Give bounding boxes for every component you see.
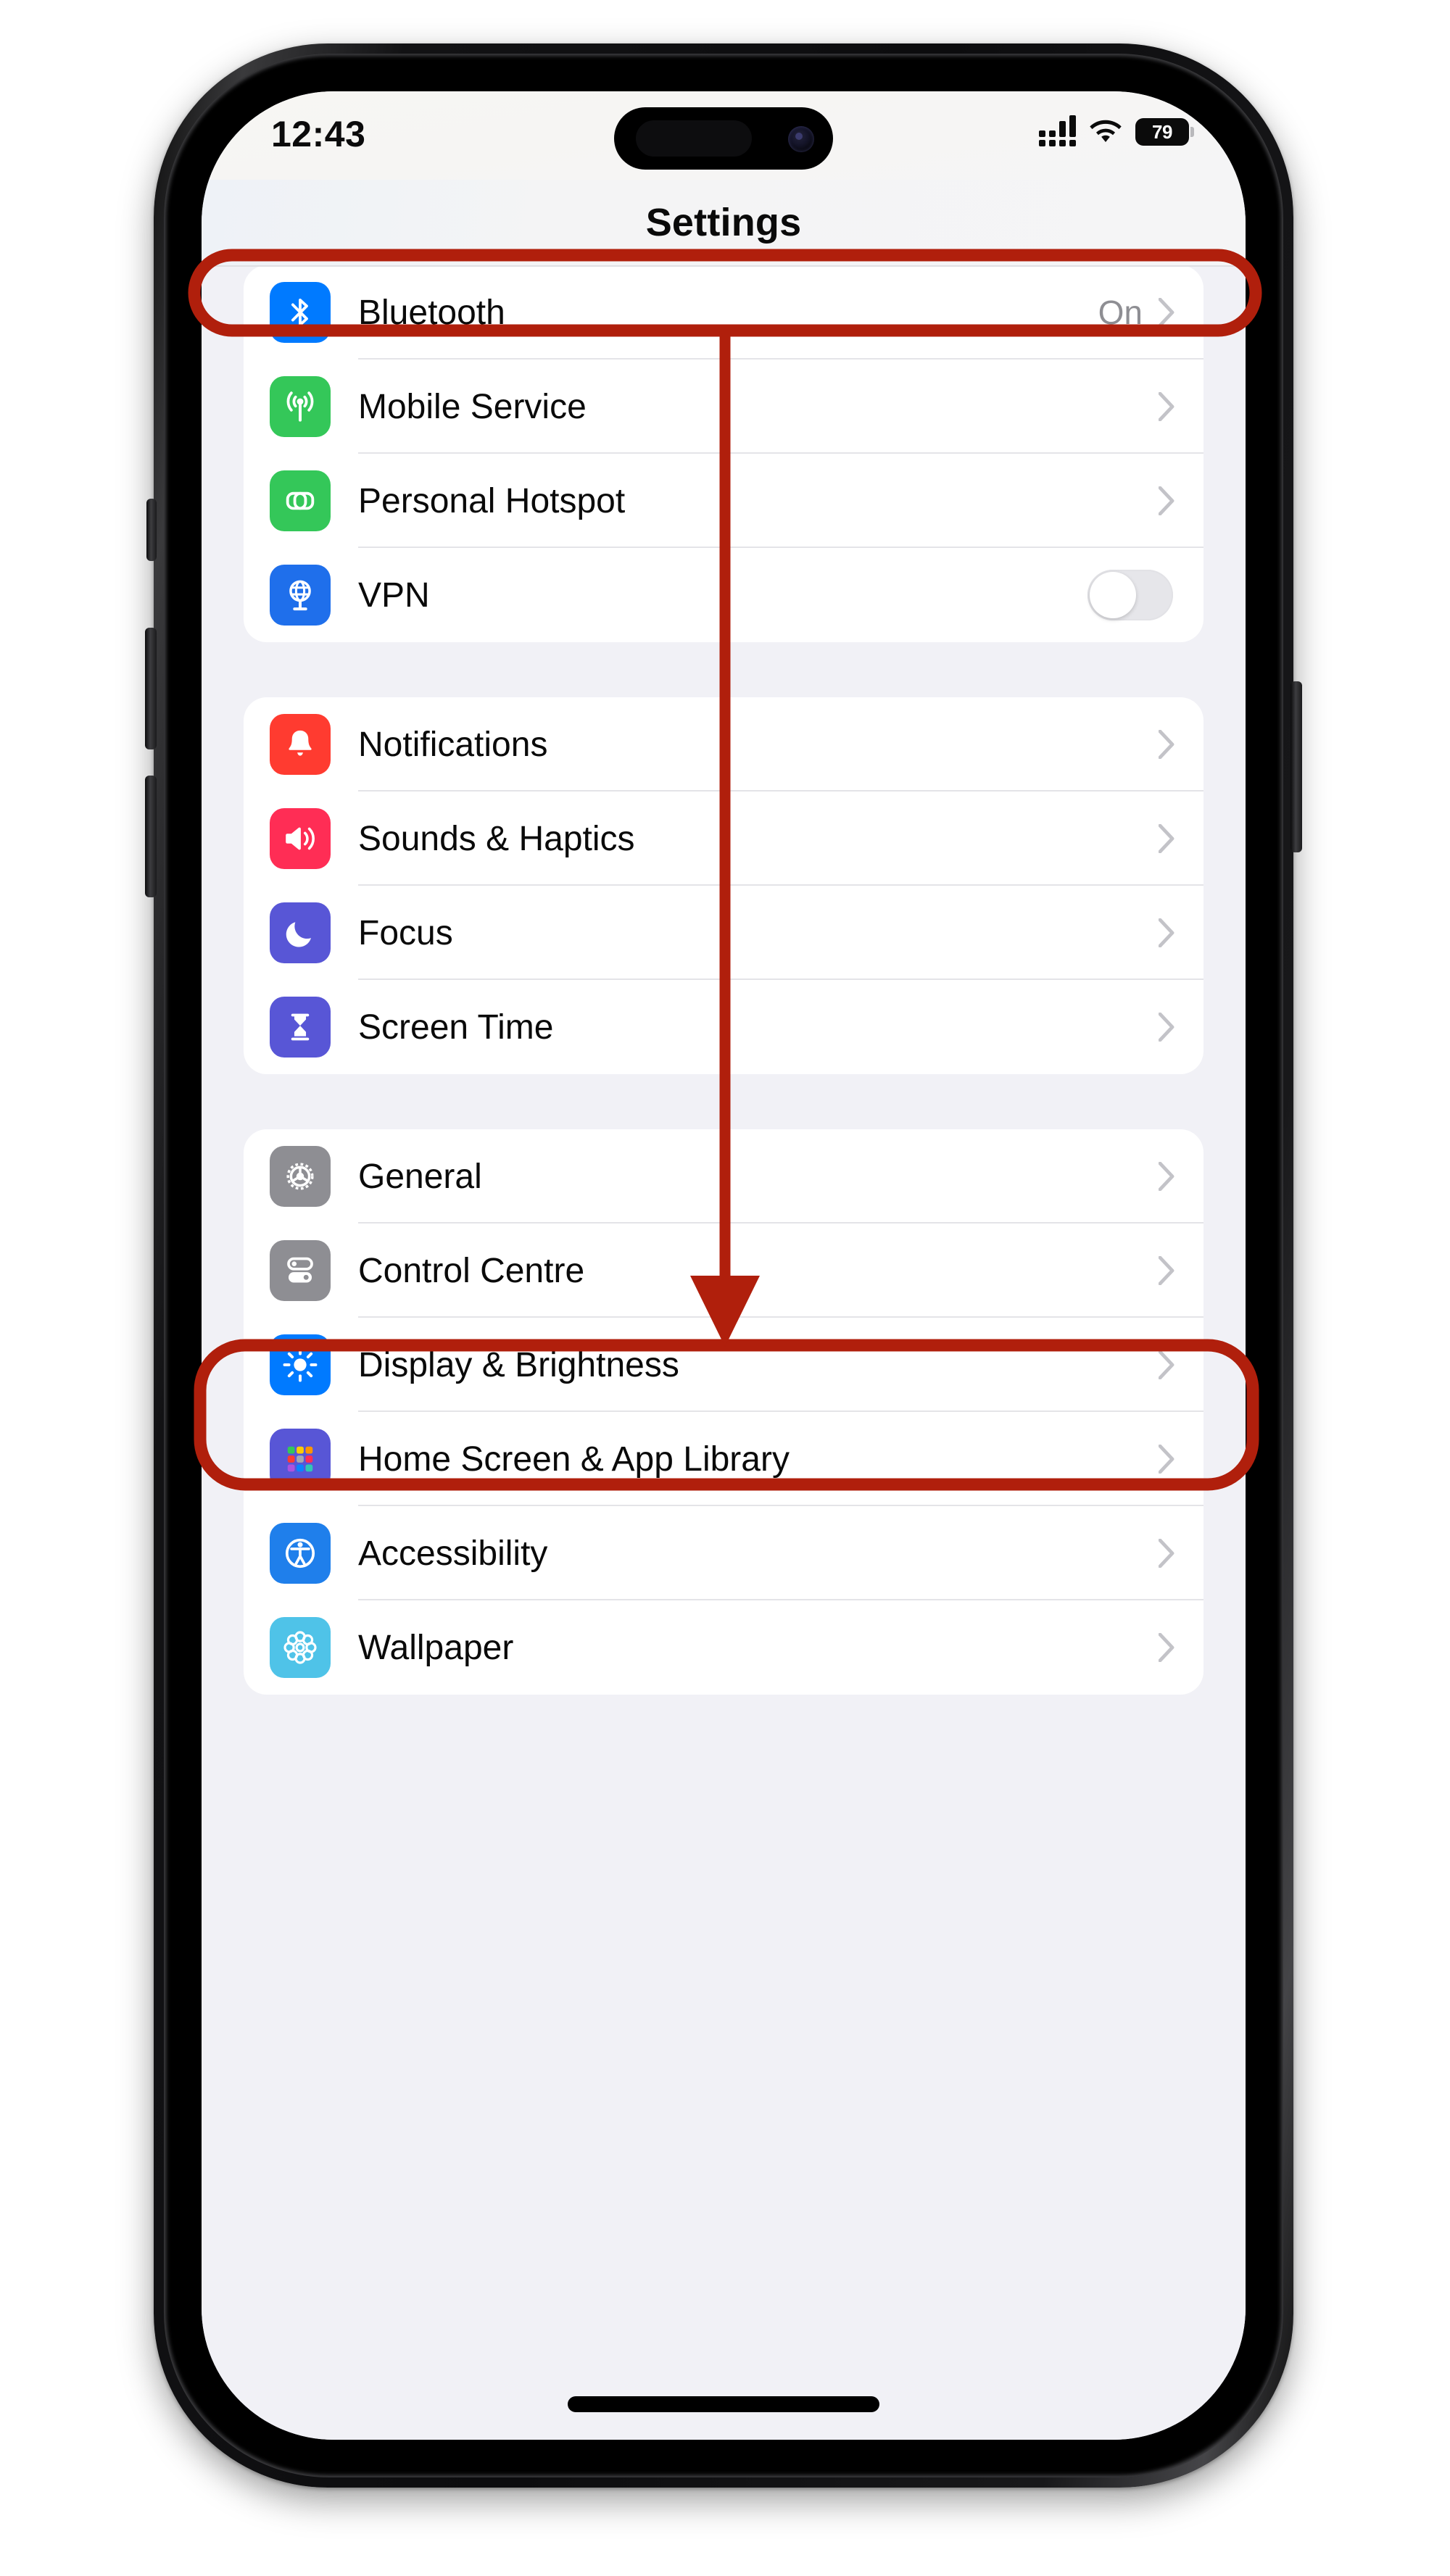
gear-icon	[270, 1146, 331, 1207]
iphone-device-frame: 12:43 79 Settings Bluetooth On Mobile Se…	[145, 43, 1302, 2488]
power-button[interactable]	[1290, 681, 1302, 852]
settings-row-wallpaper[interactable]: Wallpaper	[244, 1600, 1204, 1695]
chevron-right-icon	[1159, 918, 1174, 947]
navigation-bar: Settings	[202, 180, 1246, 267]
chevron-right-icon	[1159, 1539, 1174, 1568]
settings-list[interactable]: Bluetooth On Mobile Service Personal Hot…	[202, 265, 1246, 2440]
chevron-right-icon	[1159, 824, 1174, 853]
front-camera-icon	[788, 126, 814, 152]
volume-up-button[interactable]	[145, 628, 157, 749]
settings-row-mobile-service[interactable]: Mobile Service	[244, 360, 1204, 454]
settings-group-alerts: Notifications Sounds & Haptics Focus Scr…	[244, 697, 1204, 1074]
settings-row-bluetooth[interactable]: Bluetooth On	[244, 265, 1204, 360]
settings-row-accessibility[interactable]: Accessibility	[244, 1506, 1204, 1600]
silent-switch[interactable]	[146, 499, 157, 561]
vpn-toggle[interactable]	[1088, 570, 1173, 620]
settings-row-vpn[interactable]: VPN	[244, 548, 1204, 642]
settings-row-label: Focus	[358, 913, 453, 952]
settings-group-connectivity: Bluetooth On Mobile Service Personal Hot…	[244, 265, 1204, 642]
dynamic-island	[614, 107, 833, 170]
toggle-knob	[1090, 572, 1136, 618]
sliders-icon	[270, 1240, 331, 1301]
bell-icon	[270, 714, 331, 775]
wifi-icon	[1090, 120, 1122, 142]
chevron-right-icon	[1159, 1162, 1174, 1191]
status-bar-indicators: 79	[1039, 115, 1194, 146]
app-grid-icon	[270, 1429, 331, 1489]
settings-row-focus[interactable]: Focus	[244, 886, 1204, 980]
hourglass-icon	[270, 997, 331, 1058]
bluetooth-icon	[270, 282, 331, 343]
cellular-signal-icon	[1039, 115, 1076, 146]
settings-row-control-centre[interactable]: Control Centre	[244, 1223, 1204, 1318]
accessibility-icon	[270, 1523, 331, 1584]
settings-row-label: Accessibility	[358, 1534, 548, 1573]
chevron-right-icon	[1159, 730, 1174, 759]
settings-row-label: Sounds & Haptics	[358, 819, 635, 858]
settings-row-label: Notifications	[358, 725, 548, 764]
settings-row-label: Display & Brightness	[358, 1345, 679, 1384]
settings-row-label: Home Screen & App Library	[358, 1439, 790, 1479]
flower-wallpaper-icon	[270, 1617, 331, 1678]
settings-group-system: General Control Centre Display & Brightn…	[244, 1129, 1204, 1695]
settings-row-home-screen-app-library[interactable]: Home Screen & App Library	[244, 1412, 1204, 1506]
chevron-right-icon	[1159, 1013, 1174, 1042]
settings-row-screen-time[interactable]: Screen Time	[244, 980, 1204, 1074]
settings-row-label: General	[358, 1157, 482, 1196]
settings-row-notifications[interactable]: Notifications	[244, 697, 1204, 792]
settings-row-display-brightness[interactable]: Display & Brightness	[244, 1318, 1204, 1412]
settings-row-value: On	[1098, 294, 1143, 331]
chevron-right-icon	[1159, 1445, 1174, 1474]
battery-icon: 79	[1135, 118, 1194, 146]
device-screen: 12:43 79 Settings Bluetooth On Mobile Se…	[202, 91, 1246, 2440]
globe-vpn-icon	[270, 565, 331, 626]
settings-row-label: Personal Hotspot	[358, 481, 626, 520]
chevron-right-icon	[1159, 392, 1174, 421]
status-bar-time: 12:43	[271, 114, 366, 154]
antenna-icon	[270, 376, 331, 437]
chevron-right-icon	[1159, 298, 1174, 327]
chevron-right-icon	[1159, 486, 1174, 515]
settings-row-label: Screen Time	[358, 1007, 554, 1047]
hotspot-link-icon	[270, 470, 331, 531]
speaker-wave-icon	[270, 808, 331, 869]
settings-row-label: Bluetooth	[358, 293, 505, 332]
moon-icon	[270, 902, 331, 963]
home-indicator[interactable]	[568, 2396, 879, 2412]
volume-down-button[interactable]	[145, 776, 157, 897]
page-title: Settings	[645, 201, 802, 244]
chevron-right-icon	[1159, 1350, 1174, 1379]
brightness-sun-icon	[270, 1334, 331, 1395]
settings-row-label: Control Centre	[358, 1251, 585, 1290]
chevron-right-icon	[1159, 1256, 1174, 1285]
settings-row-sounds-haptics[interactable]: Sounds & Haptics	[244, 792, 1204, 886]
settings-row-personal-hotspot[interactable]: Personal Hotspot	[244, 454, 1204, 548]
battery-percent-label: 79	[1152, 120, 1172, 143]
earpiece-speaker	[636, 120, 752, 157]
settings-row-label: Mobile Service	[358, 387, 587, 426]
settings-row-label: VPN	[358, 576, 430, 615]
chevron-right-icon	[1159, 1633, 1174, 1662]
settings-row-label: Wallpaper	[358, 1628, 514, 1667]
settings-row-general[interactable]: General	[244, 1129, 1204, 1223]
